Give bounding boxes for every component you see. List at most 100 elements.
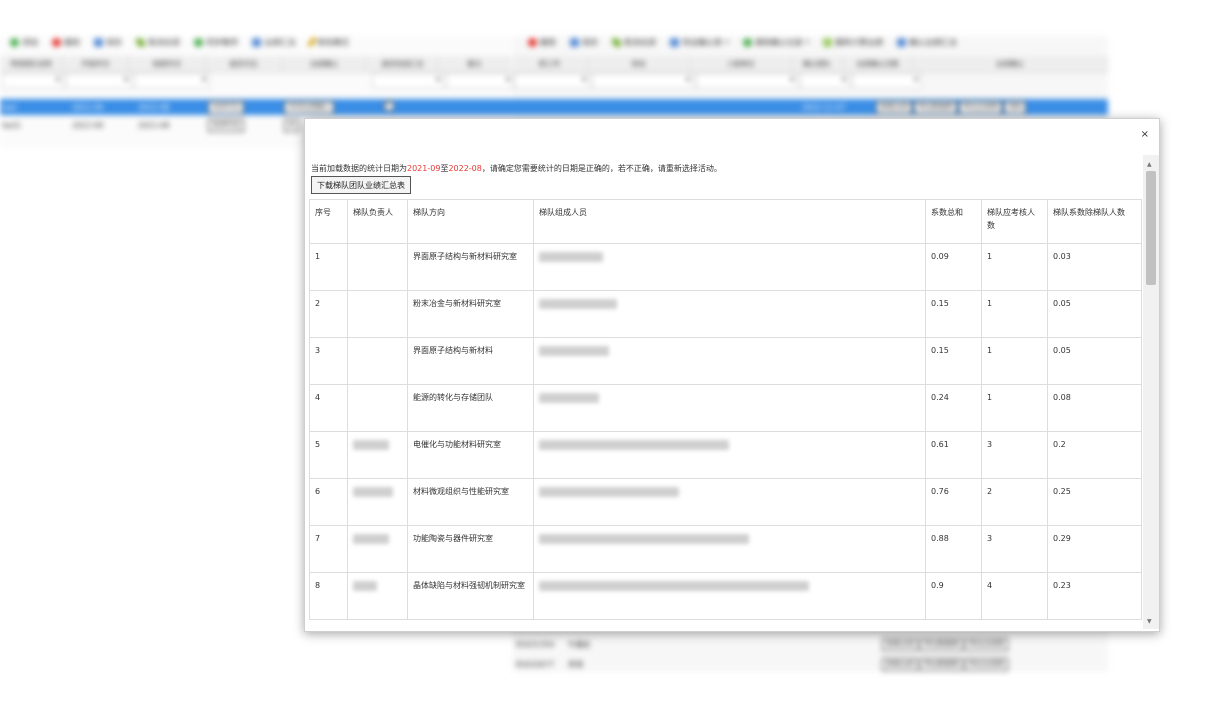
scroll-thumb[interactable] [1146, 171, 1156, 285]
team-members [533, 337, 926, 385]
confirm-summary-button[interactable]: 确认业绩汇总 [897, 37, 957, 48]
team-members [533, 478, 926, 526]
row-number: 1 [309, 243, 348, 291]
filter-select[interactable] [800, 73, 850, 89]
chart-icon [823, 37, 833, 47]
redacted-text [539, 298, 617, 309]
filter-select[interactable] [446, 73, 514, 89]
col-summary-done[interactable]: 是否完成汇总 [367, 56, 440, 72]
team-members [533, 290, 926, 338]
summary-button[interactable]: 业绩汇总 [252, 37, 296, 48]
team-leader [347, 337, 408, 385]
export-icon [670, 37, 679, 47]
col-visible[interactable]: 是否可见 [206, 56, 283, 72]
filter-select[interactable] [514, 73, 590, 89]
edit-mode-button[interactable]: 修改模式 [307, 36, 349, 48]
view-performance-button[interactable]: 查看业绩 [882, 657, 918, 671]
table-row: 1 界面原子结构与新材料研究室 0.09 1 0.03 [309, 243, 1142, 291]
save-button[interactable]: 保存 [94, 37, 122, 48]
toggle-confirm-button[interactable]: 关闭业绩确认 [284, 100, 334, 114]
filter-select[interactable] [696, 73, 798, 89]
scroll-up-icon[interactable]: ▲ [1147, 161, 1152, 168]
table-header-row: 序号 梯队负责人 梯队方向 梯队组成人员 系数总和 梯队应考核人数 梯队系数除梯… [309, 199, 1142, 244]
scroll-down-icon[interactable]: ▼ [1147, 618, 1152, 625]
staff-name: 牛重民 [568, 639, 591, 649]
export-data-button[interactable]: 导出数据表 [920, 637, 963, 651]
col-end-month[interactable]: 结束年月 [129, 56, 206, 72]
col-confirm-actions[interactable]: 业绩确认 [913, 56, 1108, 72]
table-row[interactable]: 81631354 牛重民 查看业绩 导出数据表 导出业绩表 [516, 636, 1108, 652]
clear-confirm-button[interactable]: 清除确认记录 ▾ [742, 37, 809, 48]
view-performance-button[interactable]: 查看业绩 [876, 100, 912, 114]
col-staff-id[interactable]: 职工号 [512, 56, 589, 72]
redacted-text [353, 486, 393, 497]
filter-select[interactable] [66, 73, 132, 89]
recalculate-button[interactable]: 重新计算业绩 [823, 37, 883, 48]
toggle-visible-button[interactable]: 关闭可见 [208, 100, 244, 114]
add-icon [10, 37, 19, 47]
right-save-button[interactable]: 保存 [570, 37, 598, 48]
redacted-text [539, 392, 599, 403]
col-team-name[interactable]: 考核团队名称 [0, 56, 63, 72]
coefficient-total: 0.24 [925, 384, 982, 432]
coefficient-ratio: 0.05 [1047, 290, 1142, 338]
view-performance-button[interactable]: 查看业绩 [882, 637, 918, 651]
col-name[interactable]: 姓名 [588, 56, 691, 72]
vertical-scrollbar[interactable]: ▲ ▼ [1143, 155, 1159, 629]
col-confirm-date[interactable]: 业绩确认日期 [843, 56, 913, 72]
col-unit[interactable]: 三级单位 [690, 56, 793, 72]
export-confirm-button[interactable]: 导出确认表 ▾ [670, 37, 729, 48]
export-data-button[interactable]: 导出数据表 [920, 657, 963, 671]
left-grid-header: 考核团队名称 开始年月 结束年月 是否可见 业绩确认 是否完成汇总 备注 [0, 56, 510, 73]
filter-select[interactable] [2, 73, 64, 89]
staff-id: 81631354 [516, 639, 555, 649]
sync-teachers-button[interactable]: 同步教师 [194, 37, 238, 48]
cancel-all-button[interactable]: 取消全部 [136, 37, 180, 48]
add-button[interactable]: 添加 [10, 37, 38, 48]
row-number: 8 [309, 572, 348, 620]
table-row: 3 界面原子结构与新材料 0.15 1 0.05 [309, 337, 1142, 385]
team-leader [347, 478, 408, 526]
table-row-selected[interactable]: test 2021-09 2022-08 关闭可见 关闭业绩确认 2022-11… [0, 99, 1108, 115]
pencil-icon [307, 36, 317, 48]
row-number: 5 [309, 431, 348, 479]
col-team[interactable]: 确认团队 [792, 56, 843, 72]
header-cell: 梯队组成人员 [533, 199, 926, 244]
coefficient-total: 0.9 [925, 572, 982, 620]
row-number: 2 [309, 290, 348, 338]
member-count: 2 [981, 478, 1048, 526]
download-summary-button[interactable]: 下载梯队团队业绩汇总表 [311, 176, 411, 194]
staff-id: 81632677 [516, 659, 555, 669]
col-remark[interactable]: 备注 [439, 56, 510, 72]
col-start-month[interactable]: 开始年月 [63, 56, 130, 72]
col-confirm[interactable]: 业绩确认 [282, 56, 367, 72]
end-month: 2021-08 [138, 120, 170, 130]
start-month: 2022-09 [72, 120, 104, 130]
redacted-text [539, 533, 749, 544]
right-delete-button[interactable]: 删除 [528, 37, 556, 48]
filter-select[interactable] [134, 73, 210, 89]
member-count: 4 [981, 572, 1048, 620]
summary-checkbox[interactable] [384, 101, 394, 111]
summary-icon [252, 37, 261, 47]
filter-select[interactable] [852, 73, 922, 89]
export-performance-button[interactable]: 导出业绩表 [965, 657, 1008, 671]
delete-button[interactable]: 删除 [52, 37, 80, 48]
left-toolbar: 添加 删除 保存 取消全部 同步教师 业绩汇总 修改模式 [10, 34, 349, 50]
filter-select[interactable] [372, 73, 444, 89]
filter-select[interactable] [592, 73, 694, 89]
export-performance-button[interactable]: 导出业绩表 [965, 637, 1008, 651]
toggle-confirm-button[interactable]: 关 [284, 118, 299, 132]
team-leader [347, 525, 408, 573]
redacted-text [539, 486, 679, 497]
coefficient-ratio: 0.05 [1047, 337, 1142, 385]
clear-button[interactable]: 清除 [1004, 100, 1026, 114]
start-date: 2021-09 [407, 164, 441, 173]
toggle-visible-button[interactable]: 关闭可见 [208, 118, 244, 132]
export-data-button[interactable]: 导出数据表 [914, 100, 957, 114]
export-performance-button[interactable]: 导出业绩表 [959, 100, 1002, 114]
right-cancel-all-button[interactable]: 取消全部 [612, 37, 656, 48]
undo-icon [612, 37, 621, 47]
table-row[interactable]: 81632677 李琪 查看业绩 导出数据表 导出业绩表 [516, 656, 1108, 672]
team-name: test [2, 102, 17, 112]
